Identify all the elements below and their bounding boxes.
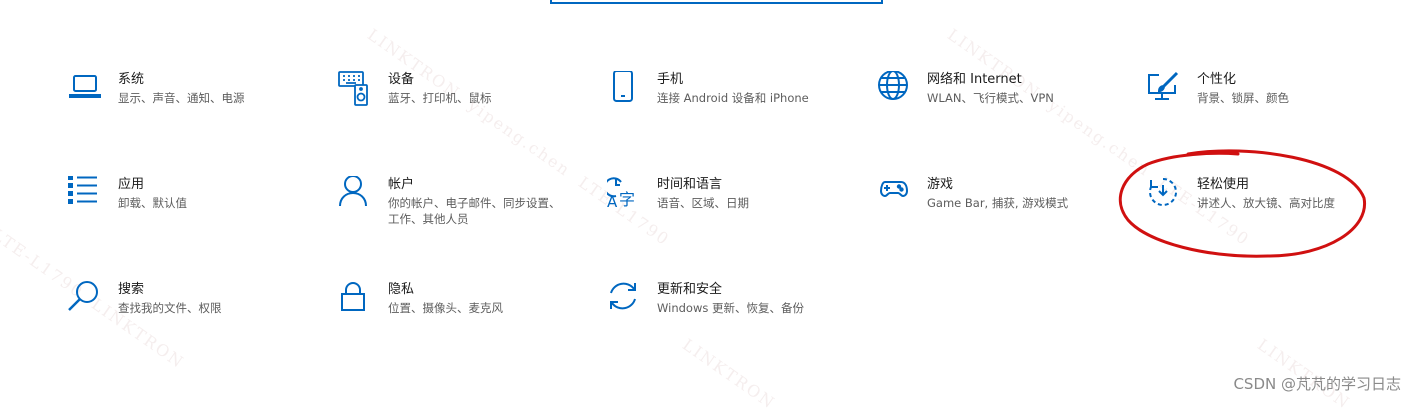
tile-title: 个性化 [1197,72,1237,87]
tile-subtitle: WLAN、飞行模式、VPN [927,91,1054,105]
tile-subtitle: 你的帐户、电子邮件、同步设置、工作、其他人员 [388,196,561,226]
tile-update-security[interactable]: 更新和安全 Windows 更新、恢复、备份 [607,281,857,351]
tile-devices[interactable]: 设备 蓝牙、打印机、鼠标 [338,71,588,141]
search-box[interactable] [550,0,883,4]
tile-subtitle: 卸载、默认值 [118,196,187,210]
tile-title: 设备 [388,72,415,87]
svg-text:字: 字 [619,190,635,209]
person-icon [338,176,374,212]
tile-time-language[interactable]: A 字 时间和语言 语音、区域、日期 [607,176,857,246]
tile-title: 系统 [118,72,145,87]
tile-gaming[interactable]: 游戏 Game Bar, 捕获, 游戏模式 [877,176,1127,246]
tile-title: 游戏 [927,177,954,192]
keyboard-speaker-icon [338,71,374,107]
tile-title: 时间和语言 [657,177,723,192]
tile-system[interactable]: 系统 显示、声音、通知、电源 [68,71,318,141]
sync-icon [607,281,643,317]
tile-search[interactable]: 搜索 查找我的文件、权限 [68,281,318,351]
tile-subtitle: 语音、区域、日期 [657,196,749,210]
tile-privacy[interactable]: 隐私 位置、摄像头、麦克风 [338,281,588,351]
tile-accounts[interactable]: 帐户 你的帐户、电子邮件、同步设置、工作、其他人员 [338,176,588,246]
lock-icon [338,281,374,317]
tile-title: 手机 [657,72,684,87]
tile-title: 隐私 [388,282,415,297]
tile-subtitle: 位置、摄像头、麦克风 [388,301,503,315]
tile-subtitle: Windows 更新、恢复、备份 [657,301,804,315]
svg-text:A: A [607,193,618,211]
tile-subtitle: 蓝牙、打印机、鼠标 [388,91,492,105]
tile-subtitle: Game Bar, 捕获, 游戏模式 [927,196,1069,210]
tile-apps[interactable]: 应用 卸载、默认值 [68,176,318,246]
search-icon [68,281,104,317]
tile-subtitle: 查找我的文件、权限 [118,301,222,315]
tile-subtitle: 显示、声音、通知、电源 [118,91,245,105]
tile-title: 搜索 [118,282,145,297]
tile-title: 应用 [118,177,145,192]
app-list-icon [68,176,104,212]
tile-subtitle: 背景、锁屏、颜色 [1197,91,1289,105]
globe-icon [877,71,913,107]
tile-personalization[interactable]: 个性化 背景、锁屏、颜色 [1147,71,1397,141]
tile-title: 网络和 Internet [927,72,1022,87]
annotation-circle [1118,149,1367,258]
tile-phone[interactable]: 手机 连接 Android 设备和 iPhone [607,71,857,141]
gamepad-icon [877,176,913,212]
footer-credit: CSDN @芃芃的学习日志 [1233,375,1401,393]
tile-title: 更新和安全 [657,282,723,297]
time-language-icon: A 字 [607,176,643,212]
tile-title: 帐户 [388,177,415,192]
tile-subtitle: 连接 Android 设备和 iPhone [657,91,809,105]
paint-brush-icon [1147,71,1183,107]
phone-icon [607,71,643,107]
tile-network[interactable]: 网络和 Internet WLAN、飞行模式、VPN [877,71,1127,141]
laptop-icon [68,71,104,107]
